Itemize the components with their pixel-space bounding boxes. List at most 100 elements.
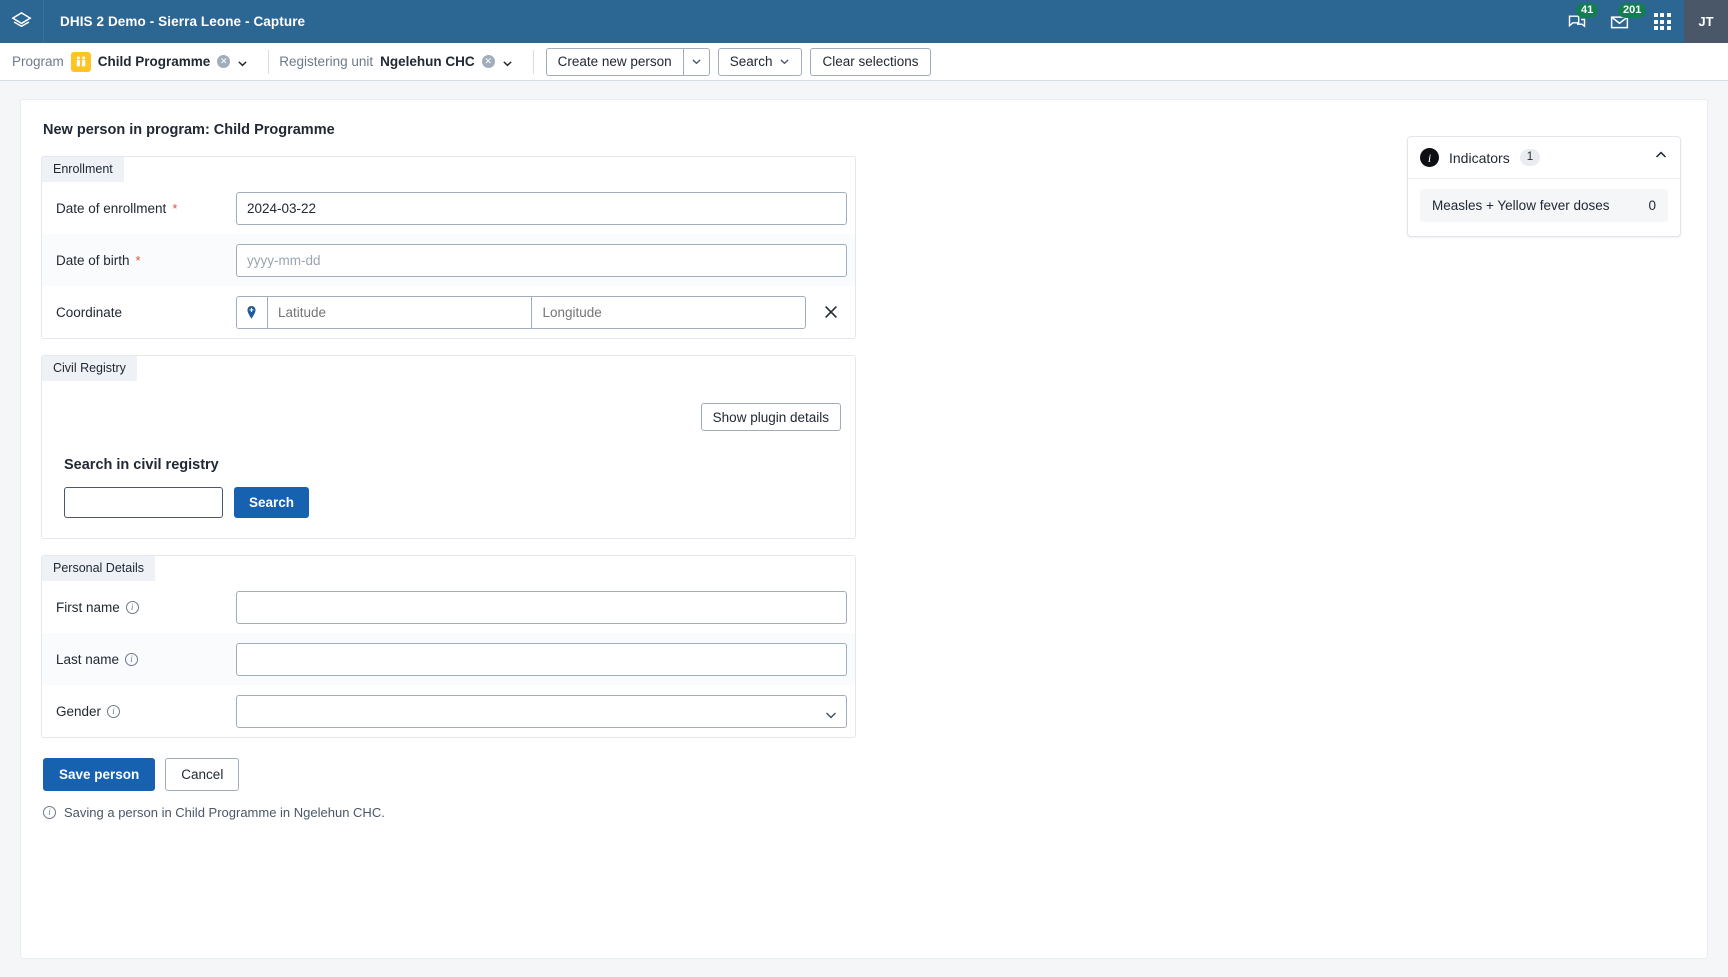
chevron-down-icon[interactable] bbox=[237, 56, 248, 67]
info-circle-filled-icon: i bbox=[1420, 148, 1439, 167]
registering-unit-label: Registering unit bbox=[279, 54, 373, 69]
last-name-input[interactable] bbox=[236, 643, 847, 676]
date-of-birth-label: Date of birth bbox=[56, 253, 130, 268]
selection-bar: Program Child Programme ✕ Registering un… bbox=[0, 43, 1728, 81]
civil-registry-body: Show plugin details Search in civil regi… bbox=[42, 381, 855, 538]
civil-registry-search-button[interactable]: Search bbox=[234, 487, 309, 518]
info-circle-icon[interactable]: i bbox=[126, 601, 139, 614]
gender-select[interactable] bbox=[236, 695, 847, 728]
last-name-label-wrap: Last name i bbox=[56, 652, 236, 667]
search-button-label: Search bbox=[730, 54, 773, 69]
civil-registry-search-heading: Search in civil registry bbox=[64, 457, 841, 473]
search-button[interactable]: Search bbox=[718, 48, 803, 76]
saving-note-text: Saving a person in Child Programme in Ng… bbox=[64, 805, 385, 820]
coordinate-box bbox=[236, 296, 806, 329]
personal-details-section-header: Personal Details bbox=[42, 556, 855, 581]
dhis2-layers-logo[interactable] bbox=[0, 0, 44, 43]
date-of-enrollment-label: Date of enrollment bbox=[56, 201, 166, 216]
first-name-row: First name i bbox=[42, 581, 855, 633]
cancel-button[interactable]: Cancel bbox=[165, 758, 239, 791]
required-marker: * bbox=[172, 201, 177, 216]
show-plugin-details-button[interactable]: Show plugin details bbox=[701, 403, 841, 431]
civil-registry-section-header: Civil Registry bbox=[42, 356, 855, 381]
date-of-birth-label-wrap: Date of birth * bbox=[56, 253, 236, 268]
personal-details-section-title: Personal Details bbox=[42, 556, 155, 581]
indicators-panel: i Indicators 1 Measles + Yellow fever do… bbox=[1407, 136, 1681, 237]
civil-registry-section: Civil Registry Show plugin details Searc… bbox=[41, 355, 856, 539]
map-pin-add-icon[interactable] bbox=[237, 297, 268, 328]
person-pair-icon bbox=[71, 52, 91, 72]
indicators-body: Measles + Yellow fever doses 0 bbox=[1408, 179, 1680, 236]
registering-unit-value: Ngelehun CHC bbox=[380, 54, 475, 69]
selector-divider bbox=[268, 50, 269, 74]
apps-grid-icon[interactable] bbox=[1640, 0, 1684, 43]
create-new-person-split-button: Create new person bbox=[546, 48, 710, 76]
coordinate-control bbox=[236, 296, 847, 329]
date-of-enrollment-label-wrap: Date of enrollment * bbox=[56, 201, 236, 216]
avatar[interactable]: JT bbox=[1684, 0, 1728, 43]
civil-registry-search-input[interactable] bbox=[64, 487, 223, 518]
latitude-input[interactable] bbox=[268, 297, 533, 328]
last-name-label: Last name bbox=[56, 652, 119, 667]
program-label: Program bbox=[12, 54, 64, 69]
form-column: Enrollment Date of enrollment * Date of … bbox=[41, 156, 856, 820]
chevron-down-icon bbox=[779, 56, 790, 67]
mail-badge: 201 bbox=[1618, 3, 1646, 18]
new-person-card: New person in program: Child Programme E… bbox=[20, 99, 1708, 959]
clear-circle-icon[interactable]: ✕ bbox=[482, 55, 495, 68]
clear-selections-button[interactable]: Clear selections bbox=[810, 48, 930, 76]
personal-details-section: Personal Details First name i Last name … bbox=[41, 555, 856, 738]
chevron-down-icon[interactable] bbox=[502, 56, 513, 67]
saving-note: i Saving a person in Child Programme in … bbox=[43, 805, 856, 820]
gender-label-wrap: Gender i bbox=[56, 704, 236, 719]
coordinate-row: Coordinate bbox=[42, 286, 855, 338]
coordinate-label: Coordinate bbox=[56, 305, 122, 320]
app-title: DHIS 2 Demo - Sierra Leone - Capture bbox=[60, 14, 305, 29]
last-name-row: Last name i bbox=[42, 633, 855, 685]
enrollment-section-title: Enrollment bbox=[42, 157, 124, 182]
indicators-header[interactable]: i Indicators 1 bbox=[1408, 137, 1680, 179]
date-of-birth-input[interactable] bbox=[236, 244, 847, 277]
messages-badge: 41 bbox=[1576, 3, 1598, 18]
program-value: Child Programme bbox=[98, 54, 211, 69]
indicator-row: Measles + Yellow fever doses 0 bbox=[1420, 189, 1668, 222]
chat-bubble-icon[interactable]: 41 bbox=[1556, 0, 1598, 43]
civil-registry-toolbar: Show plugin details bbox=[56, 395, 841, 431]
indicator-name: Measles + Yellow fever doses bbox=[1432, 198, 1609, 213]
longitude-input[interactable] bbox=[532, 297, 805, 328]
gender-row: Gender i bbox=[42, 685, 855, 737]
selector-divider bbox=[533, 50, 534, 74]
create-new-person-button[interactable]: Create new person bbox=[546, 48, 683, 76]
date-of-enrollment-input[interactable] bbox=[236, 192, 847, 225]
indicators-title: Indicators bbox=[1449, 150, 1510, 166]
gender-label: Gender bbox=[56, 704, 101, 719]
enrollment-section-header: Enrollment bbox=[42, 157, 855, 182]
create-new-person-chevron-down-icon[interactable] bbox=[683, 48, 710, 76]
indicators-count-badge: 1 bbox=[1520, 149, 1540, 166]
indicator-value: 0 bbox=[1648, 198, 1656, 213]
enrollment-section: Enrollment Date of enrollment * Date of … bbox=[41, 156, 856, 339]
date-of-birth-control bbox=[236, 244, 847, 277]
coordinate-inputs bbox=[236, 296, 847, 329]
app-header: DHIS 2 Demo - Sierra Leone - Capture 41 … bbox=[0, 0, 1728, 43]
header-actions: 41 201 JT bbox=[1556, 0, 1728, 43]
form-actions: Save person Cancel bbox=[43, 758, 856, 791]
date-of-birth-row: Date of birth * bbox=[42, 234, 855, 286]
chevron-up-icon[interactable] bbox=[1654, 148, 1668, 167]
close-x-icon[interactable] bbox=[820, 301, 842, 323]
registering-unit-selector[interactable]: Registering unit Ngelehun CHC ✕ bbox=[277, 43, 524, 81]
civil-registry-section-title: Civil Registry bbox=[42, 356, 137, 381]
first-name-label: First name bbox=[56, 600, 120, 615]
first-name-input[interactable] bbox=[236, 591, 847, 624]
date-of-enrollment-control bbox=[236, 192, 847, 225]
last-name-control bbox=[236, 643, 847, 676]
gender-select-wrap bbox=[236, 695, 847, 728]
save-person-button[interactable]: Save person bbox=[43, 758, 155, 791]
program-selector[interactable]: Program Child Programme ✕ bbox=[10, 43, 260, 81]
info-circle-icon[interactable]: i bbox=[125, 653, 138, 666]
gender-control bbox=[236, 695, 847, 728]
date-of-enrollment-row: Date of enrollment * bbox=[42, 182, 855, 234]
clear-circle-icon[interactable]: ✕ bbox=[217, 55, 230, 68]
envelope-icon[interactable]: 201 bbox=[1598, 0, 1640, 43]
info-circle-icon[interactable]: i bbox=[107, 705, 120, 718]
